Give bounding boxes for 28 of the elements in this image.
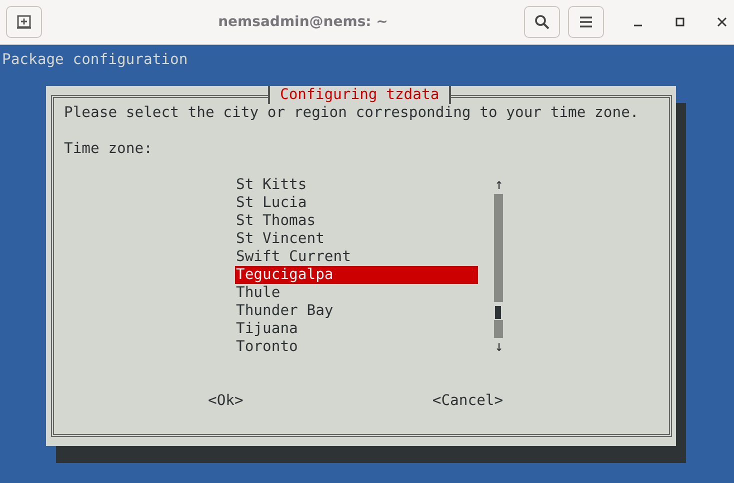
list-item[interactable]: St Thomas — [235, 212, 478, 230]
scroll-up-arrow[interactable]: ↑ — [494, 176, 504, 193]
menu-button[interactable] — [568, 6, 604, 38]
new-tab-icon — [16, 14, 32, 30]
list-item[interactable]: St Lucia — [235, 194, 478, 212]
scrollbar-drawing[interactable] — [494, 194, 504, 338]
list-item[interactable]: Thunder Bay — [235, 302, 478, 320]
scroll-down-arrow[interactable]: ↓ — [494, 338, 504, 355]
list-item[interactable]: Swift Current — [235, 248, 478, 266]
terminal-header: Package configuration — [2, 51, 188, 68]
window-title: nemsadmin@nems: ~ — [217, 14, 389, 30]
prompt-text: Please select the city or region corresponding to your time zone. — [64, 104, 639, 121]
list-item[interactable]: Tegucigalpa — [235, 266, 478, 284]
close-icon[interactable] — [716, 16, 728, 28]
list-item[interactable]: St Kitts — [235, 176, 478, 194]
list-item[interactable]: Toronto — [235, 338, 478, 356]
search-button[interactable] — [524, 6, 560, 38]
new-tab-button[interactable] — [6, 6, 42, 38]
menu-icon — [579, 16, 593, 28]
dialog-title: Configuring tzdata — [268, 86, 452, 104]
search-icon — [534, 14, 550, 30]
list-item[interactable]: Thule — [235, 284, 478, 302]
list-item[interactable]: Tijuana — [235, 320, 478, 338]
list-item[interactable]: St Vincent — [235, 230, 478, 248]
dialog-button[interactable]: <Cancel> — [432, 392, 504, 410]
dialog-button[interactable]: <Ok> — [208, 392, 244, 410]
time-zone-label: Time zone: — [64, 140, 152, 157]
maximize-icon[interactable] — [674, 16, 686, 28]
